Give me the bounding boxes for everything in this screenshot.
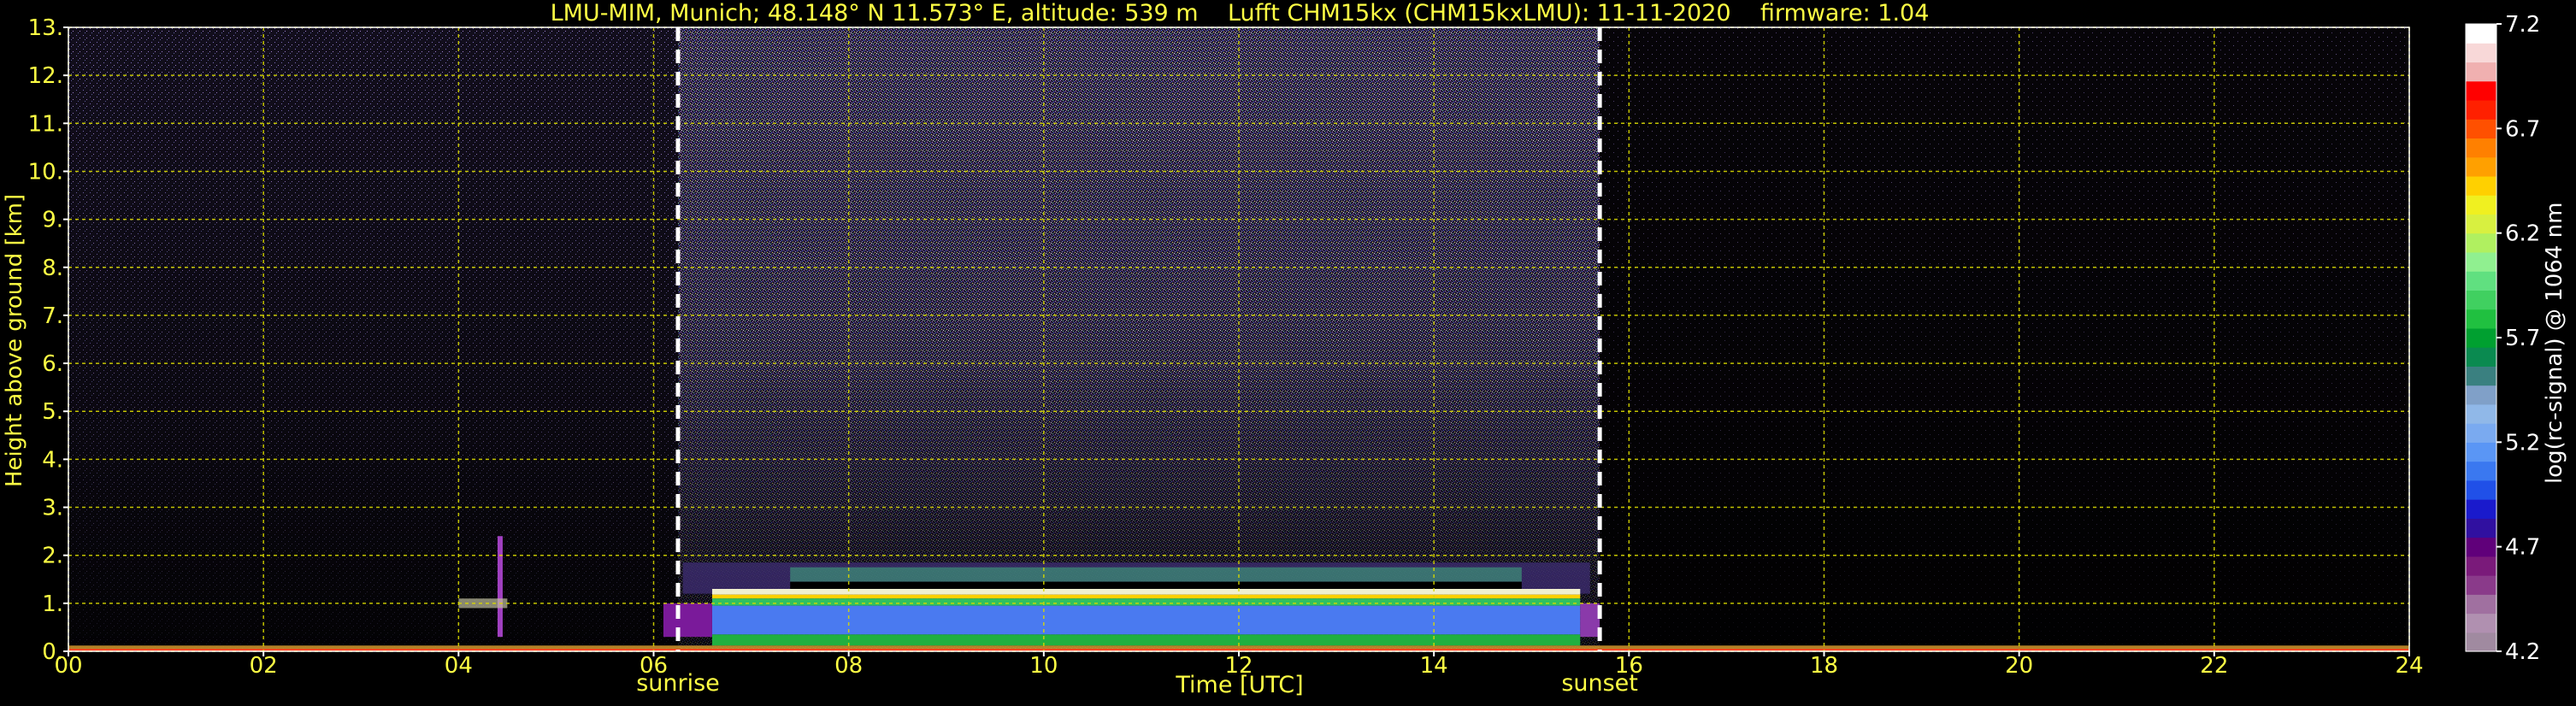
layer-top-yellow (711, 594, 1581, 599)
colorbar-swatch (2466, 138, 2496, 158)
x-tick-label: 08 (834, 653, 863, 679)
layer-top-white (711, 589, 1581, 595)
colorbar-swatch (2466, 43, 2496, 63)
colorbar-tick-label: 5.7 (2505, 326, 2540, 351)
y-tick-label: 5. (42, 399, 63, 425)
colorbar-swatch (2466, 594, 2496, 615)
colorbar-swatch (2466, 156, 2496, 177)
x-tick-label: 04 (445, 653, 473, 679)
y-tick-label: 11. (28, 111, 63, 137)
y-axis-label: Height above ground [km] (2, 193, 27, 487)
night-fade-evening (1600, 27, 2409, 651)
colorbar-swatch (2466, 62, 2496, 82)
sunset-label: sunset (1561, 670, 1638, 697)
layer-blue (711, 605, 1581, 635)
x-tick-label: 02 (250, 653, 278, 679)
x-axis-label: Time [UTC] (1176, 672, 1304, 698)
y-tick-label: 1. (42, 591, 63, 617)
colorbar-swatch (2466, 214, 2496, 234)
colorbar-swatch (2466, 290, 2496, 310)
colorbar-swatch (2466, 24, 2496, 44)
colorbar-swatch (2466, 232, 2496, 253)
colorbar-swatch (2466, 385, 2496, 405)
colorbar-swatch (2466, 518, 2496, 538)
colorbar-tick-label: 6.2 (2505, 221, 2540, 247)
y-tick-label: 2. (42, 544, 63, 569)
chart-canvas: 00 02 04 06 08 10 12 14 16 18 20 22 240.1.2.3.4.5.6.… (28, 12, 2541, 679)
y-tick-label: 8. (42, 256, 63, 281)
colorbar-swatch (2466, 80, 2496, 101)
day-fade (678, 27, 1600, 651)
colorbar-swatch (2466, 575, 2496, 595)
x-tick-label: 18 (1810, 653, 1838, 679)
night-plume (497, 536, 503, 638)
chart-title: LMU-MIM, Munich; 48.148° N 11.573° E, al… (550, 0, 1930, 26)
y-tick-label: 0. (42, 639, 63, 665)
x-tick-label: 10 (1029, 653, 1058, 679)
colorbar-tick-label: 7.2 (2505, 12, 2540, 38)
colorbar-swatch (2466, 499, 2496, 519)
colorbar-swatch (2466, 632, 2496, 652)
ceilometer-plot: 00 02 04 06 08 10 12 14 16 18 20 22 24 0. 1. 2. 3. 4. 5. 6.… (0, 0, 2576, 706)
colorbar-tick-label: 4.2 (2505, 639, 2540, 665)
y-tick-label: 7. (42, 303, 63, 329)
colorbar-swatch (2466, 537, 2496, 557)
sunrise-label: sunrise (636, 670, 720, 697)
x-tick-label: 14 (1420, 653, 1448, 679)
colorbar-swatch (2466, 613, 2496, 633)
x-tick-label: 20 (2005, 653, 2033, 679)
colorbar-swatch (2466, 271, 2496, 291)
evening-transition (1580, 603, 1600, 638)
colorbar-swatch (2466, 403, 2496, 424)
colorbar-swatch (2466, 119, 2496, 139)
layer-green (711, 598, 1581, 606)
colorbar-swatch (2466, 327, 2496, 348)
night-fade-morning (68, 27, 679, 651)
colorbar-swatch (2466, 461, 2496, 481)
y-tick-label: 9. (42, 208, 63, 233)
layer-low-green (711, 634, 1581, 646)
y-tick-label: 6. (42, 351, 63, 377)
colorbar-swatch (2466, 479, 2496, 500)
x-tick-label: 22 (2200, 653, 2228, 679)
colorbar-swatch (2466, 195, 2496, 215)
y-tick-label: 3. (42, 496, 63, 521)
colorbar-swatch (2466, 556, 2496, 576)
x-tick-label: 24 (2395, 653, 2423, 679)
colorbar-swatch (2466, 175, 2496, 196)
colorbar-tick-label: 4.7 (2505, 535, 2540, 561)
colorbar-swatch (2466, 309, 2496, 329)
morning-transition (663, 603, 712, 638)
colorbar-swatch (2466, 251, 2496, 272)
colorbar-swatch (2466, 442, 2496, 462)
colorbar-label: log(rc-signal) @ 1064 nm (2542, 202, 2567, 484)
colorbar-swatch (2466, 99, 2496, 120)
colorbar-swatch (2466, 347, 2496, 367)
colorbar-tick-label: 6.7 (2505, 116, 2540, 142)
upper-green-layer (790, 567, 1522, 582)
y-tick-label: 4. (42, 447, 63, 473)
colorbar-tick-label: 5.2 (2505, 430, 2540, 456)
colorbar-swatch (2466, 366, 2496, 386)
y-tick-label: 10. (28, 159, 63, 185)
y-tick-label: 12. (28, 63, 63, 89)
dark-gap-layer (790, 581, 1522, 589)
colorbar-swatch (2466, 423, 2496, 443)
